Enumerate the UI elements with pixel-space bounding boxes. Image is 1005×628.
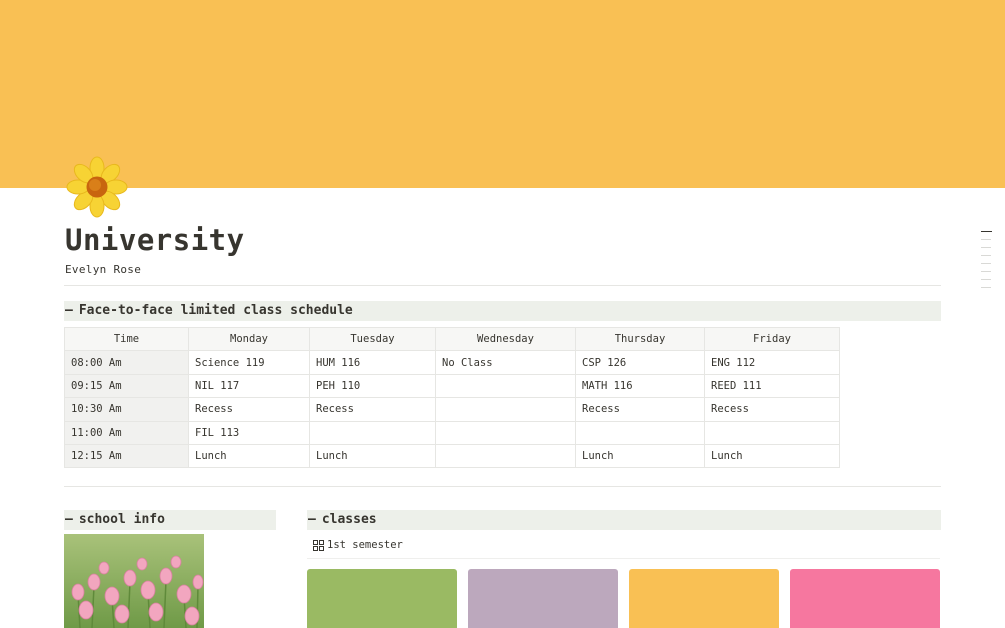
sunflower-emoji-icon[interactable] <box>66 156 128 218</box>
toc-item[interactable] <box>981 255 991 256</box>
table-cell[interactable]: Recess <box>309 397 436 422</box>
column-header-time[interactable]: Time <box>64 326 189 352</box>
toc-item[interactable] <box>981 287 991 288</box>
class-card[interactable] <box>790 569 940 628</box>
schedule-heading[interactable]: — Face-to-face limited class schedule <box>64 301 941 321</box>
table-cell[interactable]: 08:00 Am <box>64 350 189 375</box>
table-cell[interactable]: 12:15 Am <box>64 443 189 469</box>
page-title[interactable]: University <box>65 222 245 258</box>
table-cell[interactable] <box>435 373 576 399</box>
dash-icon[interactable]: — <box>308 510 316 530</box>
table-cell[interactable]: No Class <box>435 350 576 375</box>
page-cover[interactable] <box>0 0 1005 188</box>
table-cell[interactable] <box>435 397 576 422</box>
view-tab-1st-semester[interactable]: 1st semester <box>313 539 403 551</box>
table-cell[interactable]: Lunch <box>575 443 705 469</box>
table-of-contents[interactable] <box>981 231 993 295</box>
table-cell[interactable] <box>309 420 436 445</box>
toc-item[interactable] <box>981 247 991 248</box>
table-cell[interactable]: Lunch <box>704 443 840 469</box>
table-cell[interactable] <box>435 420 576 445</box>
table-cell[interactable]: 10:30 Am <box>64 397 189 422</box>
table-cell[interactable] <box>575 420 705 445</box>
schedule-heading-text: Face-to-face limited class schedule <box>78 303 353 318</box>
class-card[interactable] <box>307 569 457 628</box>
view-tab-label: 1st semester <box>327 539 403 551</box>
table-cell[interactable]: Recess <box>188 397 310 422</box>
toc-item[interactable] <box>981 239 991 240</box>
table-cell[interactable]: Recess <box>704 397 840 422</box>
table-cell[interactable]: PEH 110 <box>309 373 436 399</box>
table-cell[interactable]: ENG 112 <box>704 350 840 375</box>
table-cell[interactable]: Lunch <box>309 443 436 469</box>
toc-item[interactable] <box>981 271 991 272</box>
table-header-row: Time Monday Tuesday Wednesday Thursday F… <box>64 326 840 352</box>
table-row: 08:00 Am Science 119 HUM 116 No Class CS… <box>64 350 840 375</box>
table-cell[interactable]: HUM 116 <box>309 350 436 375</box>
table-row: 09:15 Am NIL 117 PEH 110 MATH 116 REED 1… <box>64 373 840 399</box>
school-info-heading[interactable]: — school info <box>64 510 276 530</box>
table-cell[interactable]: 11:00 Am <box>64 420 189 445</box>
table-row: 12:15 Am Lunch Lunch Lunch Lunch <box>64 443 840 469</box>
toc-item[interactable] <box>981 263 991 264</box>
table-cell[interactable]: REED 111 <box>704 373 840 399</box>
column-header-monday[interactable]: Monday <box>188 326 310 352</box>
table-cell[interactable]: 09:15 Am <box>64 373 189 399</box>
table-cell[interactable]: CSP 126 <box>575 350 705 375</box>
gallery-view-icon <box>313 539 324 551</box>
column-header-tuesday[interactable]: Tuesday <box>309 326 436 352</box>
divider <box>307 558 940 559</box>
table-cell[interactable] <box>435 443 576 469</box>
table-cell[interactable]: Lunch <box>188 443 310 469</box>
toc-item[interactable] <box>981 279 991 280</box>
table-cell[interactable] <box>704 420 840 445</box>
table-row: 10:30 Am Recess Recess Recess Recess <box>64 397 840 422</box>
page-subtitle[interactable]: Evelyn Rose <box>65 263 141 276</box>
column-header-thursday[interactable]: Thursday <box>575 326 705 352</box>
table-cell[interactable]: MATH 116 <box>575 373 705 399</box>
schedule-table: Time Monday Tuesday Wednesday Thursday F… <box>64 326 840 469</box>
divider <box>64 486 941 487</box>
dash-icon[interactable]: — <box>65 510 73 530</box>
column-header-friday[interactable]: Friday <box>704 326 840 352</box>
pink-tulips-photo[interactable] <box>64 534 204 628</box>
table-cell[interactable]: Science 119 <box>188 350 310 375</box>
classes-heading-text: classes <box>321 512 377 527</box>
class-card[interactable] <box>468 569 618 628</box>
table-cell[interactable]: Recess <box>575 397 705 422</box>
table-cell[interactable]: FIL 113 <box>188 420 310 445</box>
column-header-wednesday[interactable]: Wednesday <box>435 326 576 352</box>
school-info-heading-text: school info <box>78 512 165 527</box>
class-card[interactable] <box>629 569 779 628</box>
classes-heading[interactable]: — classes <box>307 510 941 530</box>
table-row: 11:00 Am FIL 113 <box>64 420 840 445</box>
divider <box>64 285 941 286</box>
toc-item[interactable] <box>981 231 992 232</box>
table-cell[interactable]: NIL 117 <box>188 373 310 399</box>
dash-icon[interactable]: — <box>65 301 73 321</box>
